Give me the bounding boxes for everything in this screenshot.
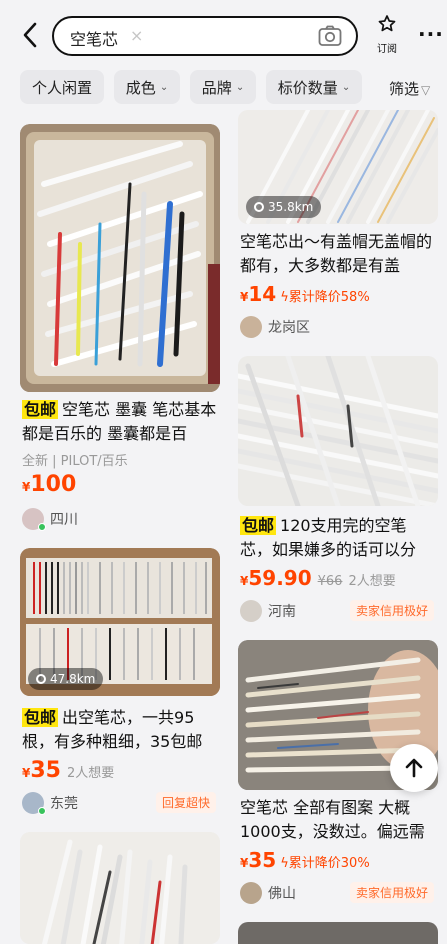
want-count: 2人想要 — [348, 574, 396, 589]
seller-location: 佛山 — [268, 886, 296, 902]
price-drop: ϟ累计降价30% — [280, 856, 370, 871]
star-plus-icon — [378, 15, 396, 32]
original-price: ¥66 — [317, 574, 343, 589]
want-count: 2人想要 — [66, 766, 115, 781]
seller-location: 四川 — [50, 512, 78, 528]
avatar — [240, 600, 262, 622]
free-shipping-badge: 包邮 — [22, 708, 59, 727]
seller-tag: 卖家信用极好 — [349, 600, 434, 621]
price: 14 — [248, 282, 277, 306]
avatar — [240, 316, 262, 338]
product-title[interactable]: 包邮 空笔芯 墨囊 笔芯基本都是百乐的 墨囊都是百 — [20, 398, 220, 446]
price-drop: ϟ累计降价58% — [280, 290, 370, 305]
seller-info[interactable]: 佛山 — [240, 882, 296, 904]
clear-icon[interactable]: × — [130, 26, 143, 45]
chevron-left-icon — [23, 22, 37, 48]
location-pin-icon — [254, 202, 264, 212]
distance-tag: 35.8km — [246, 196, 322, 218]
search-box[interactable]: 空笔芯 × — [52, 16, 358, 56]
seller-info[interactable]: 龙岗区 — [240, 316, 310, 338]
product-image[interactable]: 47.8km — [20, 548, 220, 696]
price: 59.90 — [248, 566, 312, 590]
product-card[interactable]: 包邮 空笔芯 墨囊 笔芯基本都是百乐的 墨囊都是百 全新 | PILOT/百乐 ¥… — [20, 124, 220, 534]
avatar — [22, 508, 46, 531]
avatar — [22, 792, 46, 815]
lightning-icon: ϟ — [280, 856, 289, 871]
chevron-down-icon: ⌄ — [235, 81, 245, 93]
more-menu-icon[interactable]: ··· — [418, 22, 444, 46]
product-image[interactable] — [20, 124, 220, 392]
price-row: ¥100 — [22, 472, 77, 497]
funnel-icon: ▽ — [421, 83, 431, 97]
free-shipping-badge: 包邮 — [240, 516, 277, 535]
seller-tag: 回复超快 — [155, 792, 216, 813]
back-button[interactable] — [18, 20, 42, 50]
product-title[interactable]: 空笔芯出～有盖帽无盖帽的都有，大多数都是有盖 — [238, 230, 438, 278]
filter-chip-price-count[interactable]: 标价数量 ⌄ — [266, 70, 362, 104]
avatar — [240, 882, 262, 904]
product-card[interactable]: 包邮 120支用完的空笔芯，如果嫌多的话可以分 ¥59.90 ¥66 2人想要 河… — [238, 356, 438, 626]
product-title[interactable]: 包邮 120支用完的空笔芯，如果嫌多的话可以分 — [238, 514, 438, 562]
top-bar: 空笔芯 × 订阅 ··· — [0, 0, 447, 66]
filter-chip-condition[interactable]: 成色 ⌄ — [114, 70, 180, 104]
product-title[interactable]: 空笔芯 全部有图案 大概1000支，没数过。偏远需 — [238, 796, 438, 844]
scroll-to-top-button[interactable] — [390, 744, 438, 792]
product-image[interactable] — [20, 832, 220, 944]
camera-icon[interactable] — [318, 25, 342, 47]
product-card[interactable]: 35.8km 空笔芯出～有盖帽无盖帽的都有，大多数都是有盖 ¥14 ϟ累计降价5… — [238, 110, 438, 342]
seller-info[interactable]: 四川 — [22, 508, 78, 531]
seller-location: 河南 — [268, 604, 296, 620]
free-shipping-badge: 包邮 — [22, 400, 59, 419]
price-row: ¥35 ϟ累计降价30% — [240, 848, 370, 872]
seller-location: 东莞 — [50, 796, 78, 812]
arrow-up-icon — [405, 758, 423, 778]
product-image[interactable] — [238, 356, 438, 506]
price: 35 — [248, 848, 277, 872]
seller-location: 龙岗区 — [268, 320, 310, 336]
product-image[interactable]: 35.8km — [238, 110, 438, 224]
filter-button[interactable]: 筛选 ▽ — [389, 78, 430, 99]
product-card[interactable] — [20, 832, 220, 944]
price: 100 — [30, 472, 77, 497]
price-row: ¥59.90 ¥66 2人想要 — [240, 566, 396, 590]
product-title[interactable]: 包邮 出空笔芯，一共95根，有多种粗细，35包邮 — [20, 706, 220, 754]
price-row: ¥14 ϟ累计降价58% — [240, 282, 370, 306]
product-meta: 全新 | PILOT/百乐 — [22, 454, 128, 469]
seller-tag: 卖家信用极好 — [349, 882, 434, 903]
seller-info[interactable]: 河南 — [240, 600, 296, 622]
location-pin-icon — [36, 674, 46, 684]
product-card[interactable] — [238, 922, 438, 944]
chevron-down-icon: ⌄ — [159, 81, 169, 93]
filter-chip-personal[interactable]: 个人闲置 — [20, 70, 104, 104]
subscribe-label: 订阅 — [377, 44, 397, 55]
filter-bar: 个人闲置 成色 ⌄ 品牌 ⌄ 标价数量 ⌄ 筛选 ▽ — [0, 66, 447, 110]
chevron-down-icon: ⌄ — [341, 81, 351, 93]
price: 35 — [30, 758, 61, 783]
lightning-icon: ϟ — [280, 290, 289, 305]
distance-tag: 47.8km — [28, 668, 104, 690]
price-row: ¥35 2人想要 — [22, 758, 115, 783]
product-card[interactable]: 47.8km 包邮 出空笔芯，一共95根，有多种粗细，35包邮 ¥35 2人想要 … — [20, 548, 220, 818]
subscribe-button[interactable]: 订阅 — [373, 14, 401, 55]
search-query[interactable]: 空笔芯 — [70, 26, 118, 50]
filter-chip-brand[interactable]: 品牌 ⌄ — [190, 70, 256, 104]
